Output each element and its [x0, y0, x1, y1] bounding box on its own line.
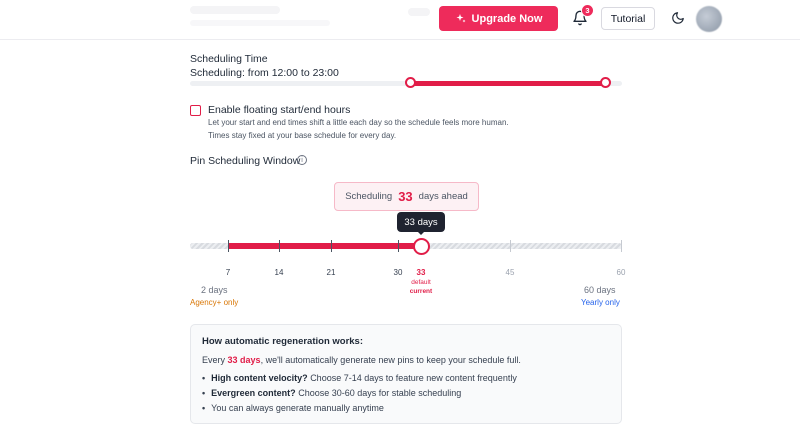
default-tag: default: [411, 279, 431, 286]
min-days-label: 2 days: [201, 285, 228, 295]
regeneration-heading: How automatic regeneration works:: [202, 336, 364, 347]
days-ahead-suffix: days ahead: [418, 191, 468, 202]
bullet-text: You can always generate manually anytime: [211, 403, 384, 413]
days-ahead-value: 33: [398, 189, 413, 204]
agency-only-note: Agency+ only: [190, 298, 239, 307]
tick-label-7[interactable]: 7: [226, 268, 230, 277]
slider-tick: [331, 240, 332, 252]
upgrade-button-label: Upgrade Now: [471, 12, 543, 25]
slider-tooltip: 33 days: [397, 212, 445, 232]
slider-tooltip-arrow: [417, 231, 425, 235]
upgrade-button[interactable]: Upgrade Now: [439, 6, 558, 31]
avatar[interactable]: [696, 6, 722, 32]
list-item: • High content velocity? Choose 7-14 day…: [202, 373, 517, 383]
slider-tick: [621, 240, 622, 252]
scheduling-time-summary: Scheduling: from 12:00 to 23:00: [190, 67, 339, 79]
moon-icon[interactable]: [671, 11, 685, 25]
regeneration-description: Every 33 days, we'll automatically gener…: [202, 355, 521, 365]
header-placeholder: [190, 20, 330, 26]
list-item: • You can always generate manually anyti…: [202, 403, 384, 413]
bullet-text: Choose 30-60 days for stable scheduling: [298, 388, 462, 398]
floating-hours-description: Times stay fixed at your base schedule f…: [208, 131, 397, 140]
bullet-bold: Evergreen content?: [211, 388, 296, 398]
pin-window-title: Pin Scheduling Window: [190, 155, 301, 167]
days-ahead-summary: Scheduling 33 days ahead: [334, 182, 479, 211]
regeneration-suffix: , we'll automatically generate new pins …: [260, 355, 521, 365]
notification-badge: 3: [581, 4, 594, 17]
time-range-end-handle[interactable]: [599, 77, 611, 88]
days-slider-locked-zone: [190, 243, 228, 249]
regeneration-info-card: How automatic regeneration works: Every …: [190, 324, 622, 424]
list-item: • Evergreen content? Choose 30-60 days f…: [202, 388, 462, 398]
header-placeholder: [190, 6, 280, 14]
slider-tick: [398, 240, 399, 252]
tick-label-14[interactable]: 14: [275, 268, 284, 277]
regeneration-days: 33 days: [227, 355, 261, 365]
slider-tick: [228, 240, 229, 252]
floating-hours-label[interactable]: Enable floating start/end hours: [208, 104, 350, 116]
bullet-text: Choose 7-14 days to feature new content …: [310, 373, 517, 383]
tick-label-60[interactable]: 60: [617, 268, 626, 277]
yearly-only-note: Yearly only: [581, 298, 620, 307]
time-range-fill: [410, 81, 605, 86]
current-tag: current: [409, 288, 433, 295]
floating-hours-description: Let your start and end times shift a lit…: [208, 118, 509, 127]
days-slider-fill: [228, 243, 421, 249]
tick-label-30[interactable]: 30: [394, 268, 403, 277]
days-slider-handle[interactable]: [413, 238, 430, 255]
tick-label-45[interactable]: 45: [506, 268, 515, 277]
slider-tick: [279, 240, 280, 252]
tick-label-21[interactable]: 21: [327, 268, 336, 277]
tutorial-button[interactable]: Tutorial: [601, 7, 655, 30]
header-placeholder: [408, 8, 430, 16]
regeneration-prefix: Every: [202, 355, 226, 365]
tick-label-33[interactable]: 33: [417, 268, 426, 277]
top-bar: Upgrade Now 3 Tutorial: [0, 0, 800, 40]
max-days-label: 60 days: [584, 285, 616, 295]
days-ahead-prefix: Scheduling: [345, 191, 393, 202]
floating-hours-checkbox[interactable]: [190, 105, 201, 116]
bullet-bold: High content velocity?: [211, 373, 308, 383]
info-icon[interactable]: i: [297, 155, 307, 165]
slider-tick: [510, 240, 511, 252]
time-range-start-handle[interactable]: [405, 77, 417, 88]
sparkle-icon: [456, 13, 466, 22]
scheduling-time-title: Scheduling Time: [190, 53, 268, 65]
